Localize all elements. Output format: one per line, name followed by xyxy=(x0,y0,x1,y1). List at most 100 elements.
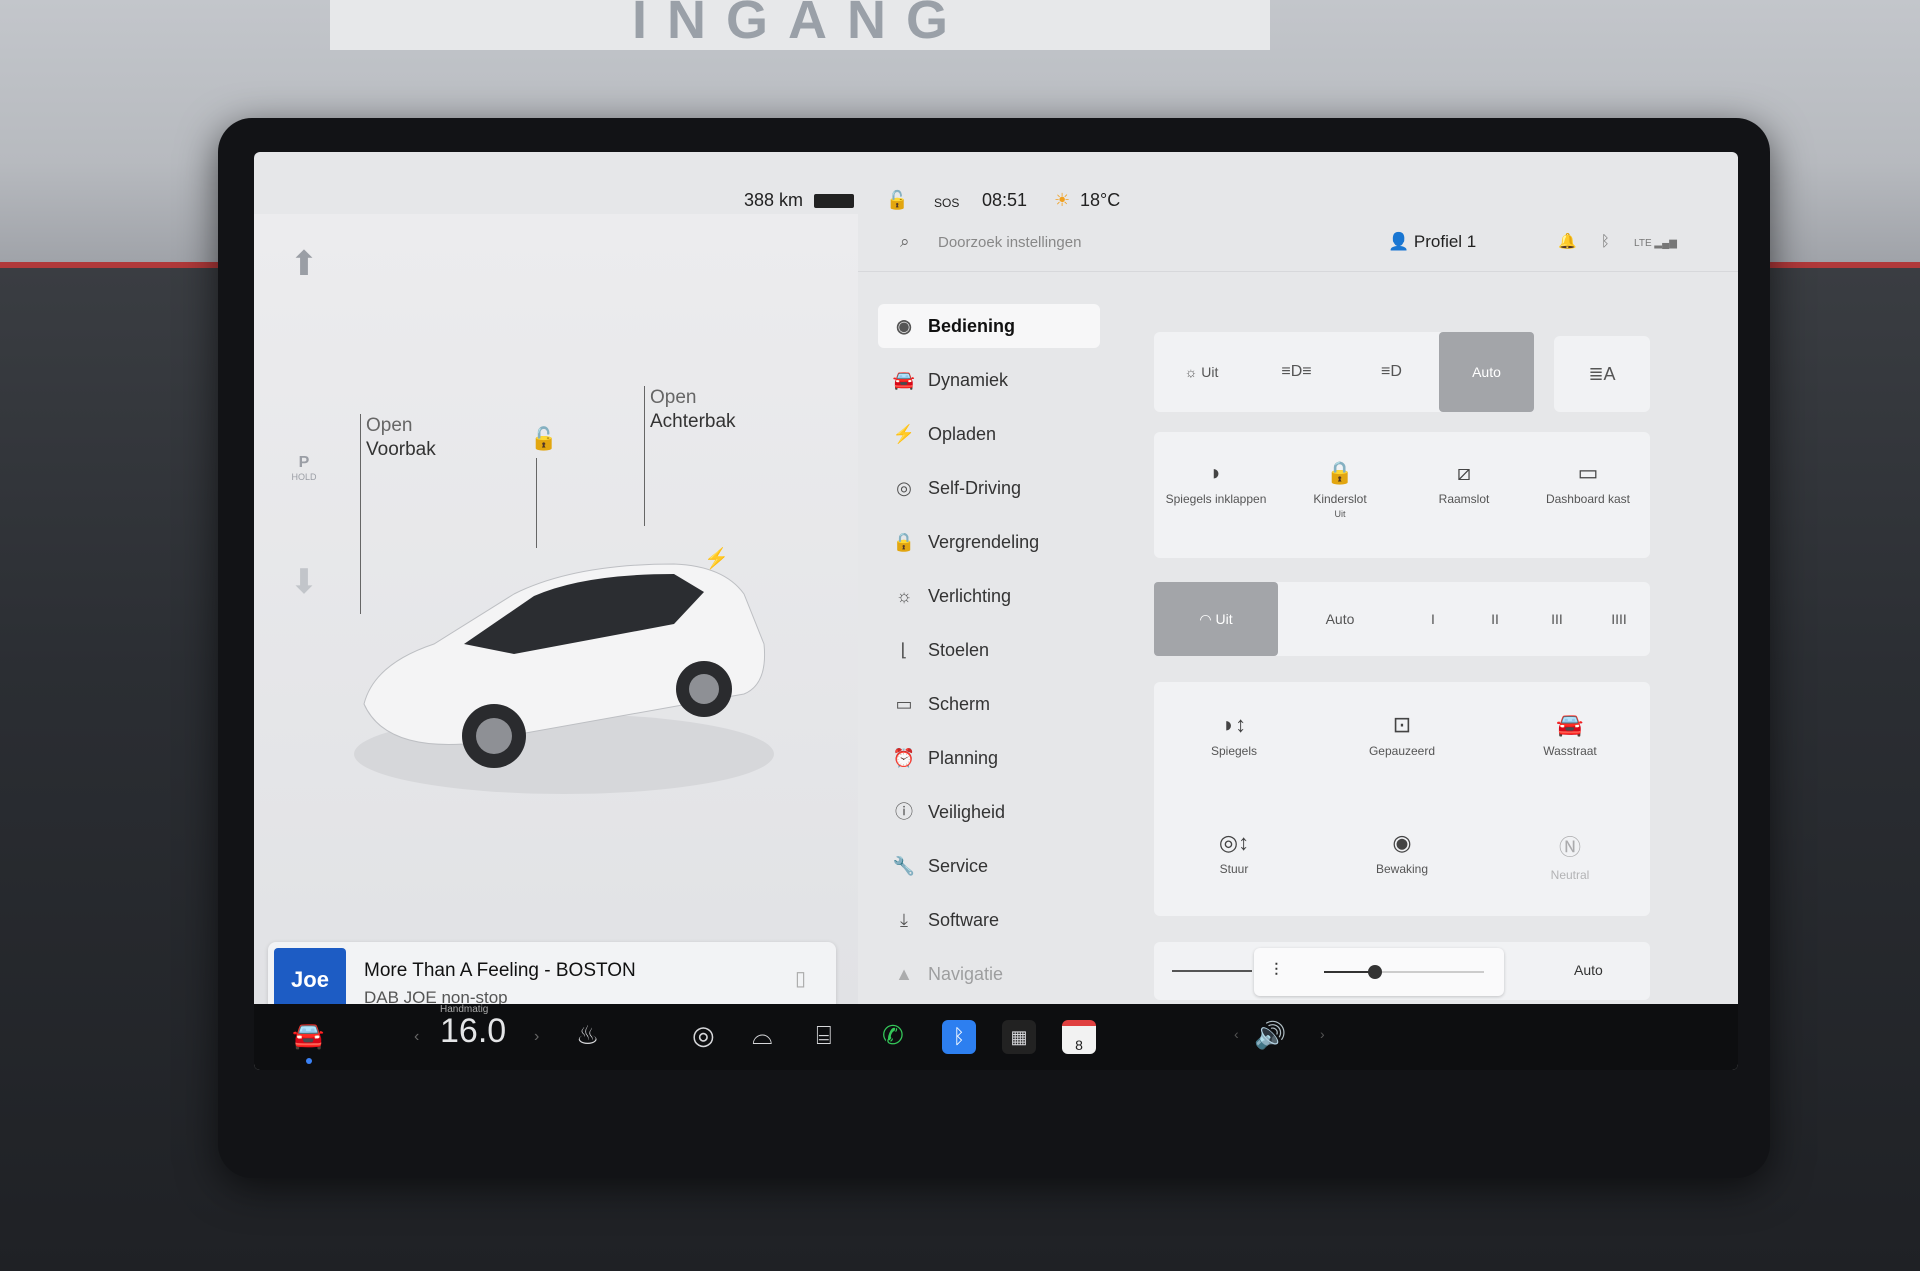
toggle-icon: ◉ xyxy=(896,316,912,336)
menu-item-software[interactable]: ⤓ Software xyxy=(878,898,1100,942)
wipers-off-button[interactable]: ◠ Uit xyxy=(1154,582,1278,656)
trunk-open-button[interactable]: Open Achterbak xyxy=(650,386,736,434)
download-icon: ⤓ xyxy=(900,910,908,930)
dashcam-status-label: Gepauzeerd xyxy=(1368,744,1436,758)
menu-label: Scherm xyxy=(928,694,991,714)
wiper-speed-2-button[interactable]: II xyxy=(1464,582,1526,656)
temp-up-chevron-icon[interactable]: › xyxy=(534,1028,539,1046)
headlight-controls: ☼ Uit ≡D≡ ≡D Auto xyxy=(1154,332,1534,412)
gear-down-arrow-icon[interactable]: ⬇ xyxy=(284,562,324,602)
fold-mirrors-button[interactable]: ◗ Spiegels inklappen xyxy=(1154,460,1278,506)
front-defrost-icon[interactable]: ⌓ xyxy=(752,1020,773,1052)
brightness-track-left xyxy=(1172,970,1252,972)
status-bar: 388 km 🔓 SOS 08:51 ☀ 18°C xyxy=(254,152,1738,214)
menu-item-scherm[interactable]: ▭ Scherm xyxy=(878,682,1100,726)
cabin-temperature[interactable]: 16.0 xyxy=(440,1012,506,1051)
car-unlock-icon[interactable]: 🔓 xyxy=(530,426,557,452)
low-beam-button[interactable]: ≡D xyxy=(1344,332,1439,412)
steering-heater-icon[interactable]: ◎ xyxy=(692,1020,715,1051)
bluetooth-app-icon[interactable]: ᛒ xyxy=(942,1020,976,1054)
wipers-off-label: Uit xyxy=(1215,611,1233,627)
wiper-controls: ◠ Uit Auto I II III IIII xyxy=(1154,582,1650,656)
frunk-open-button[interactable]: Open Voorbak xyxy=(366,414,436,462)
frunk-label-line1: Open xyxy=(366,415,413,436)
media-source-icon[interactable]: ▯ xyxy=(795,966,806,991)
child-lock-button[interactable]: 🔒 Kinderslot Uit xyxy=(1278,460,1402,520)
app-launcher-icon[interactable]: ▦ xyxy=(1002,1020,1036,1054)
wipers-auto-button[interactable]: Auto xyxy=(1278,582,1402,656)
gear-selector[interactable]: ⬆ P HOLD ⬇ xyxy=(284,244,324,604)
menu-item-vergrendeling[interactable]: 🔒 Vergrendeling xyxy=(878,520,1100,564)
volume-icon[interactable]: 🔊 xyxy=(1254,1020,1286,1051)
wiper-speed-3-button[interactable]: III xyxy=(1526,582,1588,656)
gear-up-arrow-icon[interactable]: ⬆ xyxy=(284,244,324,284)
glovebox-button[interactable]: ▭ Dashboard kast xyxy=(1526,460,1650,506)
lights-off-label: Uit xyxy=(1201,364,1219,380)
window-lock-label: Raamslot xyxy=(1438,492,1490,506)
calendar-app-icon[interactable]: 8 xyxy=(1062,1020,1096,1054)
menu-item-opladen[interactable]: ⚡ Opladen xyxy=(878,412,1100,456)
info-icon: ⓘ xyxy=(895,802,913,822)
menu-item-bediening[interactable]: ◉ Bediening xyxy=(878,304,1100,348)
quick-controls-row2: ◗↕ Spiegels ⊡ Gepauzeerd 🚘 Wasstraat ◎↕ Stuu… xyxy=(1154,682,1650,916)
menu-label: Veiligheid xyxy=(928,802,1006,822)
menu-label: Stoelen xyxy=(928,640,990,660)
window-lock-button[interactable]: ⧄ Raamslot xyxy=(1402,460,1526,506)
neutral-button[interactable]: Ⓝ Neutral xyxy=(1490,830,1650,882)
bell-icon[interactable]: 🔔 xyxy=(1558,233,1577,250)
lights-auto-button[interactable]: Auto xyxy=(1439,332,1534,412)
menu-label: Planning xyxy=(928,748,999,768)
volume-down-chevron-icon[interactable]: ‹ xyxy=(1234,1026,1239,1042)
steering-adjust-button[interactable]: ◎↕ Stuur xyxy=(1154,830,1314,876)
phone-icon[interactable]: ✆ xyxy=(882,1020,904,1051)
wiper-speed-1-button[interactable]: I xyxy=(1402,582,1464,656)
menu-item-veiligheid[interactable]: ⓘ Veiligheid xyxy=(878,790,1100,834)
child-lock-label: Kinderslot xyxy=(1313,492,1367,506)
menu-item-planning[interactable]: ⏰ Planning xyxy=(878,736,1100,780)
temp-down-chevron-icon[interactable]: ‹ xyxy=(414,1028,419,1046)
mirror-icon: ◗ xyxy=(1209,460,1223,485)
seat-heater-icon[interactable]: ♨ xyxy=(576,1020,599,1051)
menu-item-navigatie[interactable]: ▲ Navigatie xyxy=(878,952,1100,996)
auto-high-beam-button[interactable]: ≣A xyxy=(1554,336,1650,412)
bluetooth-icon[interactable]: ᛒ xyxy=(1601,233,1610,250)
rear-defrost-icon[interactable]: ⌸ xyxy=(816,1020,832,1052)
menu-item-stoelen[interactable]: ⌊ Stoelen xyxy=(878,628,1100,672)
mirrors-adjust-button[interactable]: ◗↕ Spiegels xyxy=(1154,712,1314,758)
brightness-adjust-icon: ⫶ xyxy=(1274,960,1279,980)
menu-label: Navigatie xyxy=(928,964,1004,984)
dashcam-button[interactable]: ⊡ Gepauzeerd xyxy=(1322,712,1482,758)
brightness-auto-button[interactable]: Auto xyxy=(1574,962,1603,978)
menu-item-service[interactable]: 🔧 Service xyxy=(878,844,1100,888)
steering-label: Stuur xyxy=(1219,862,1249,876)
clock-text: 08:51 xyxy=(982,190,1028,210)
sentry-icon: ◉ xyxy=(1392,830,1412,855)
brightness-slider-thumb[interactable] xyxy=(1368,965,1382,979)
person-icon: 👤 xyxy=(1388,232,1414,251)
menu-label: Verlichting xyxy=(928,586,1012,606)
unlock-icon[interactable]: 🔓 xyxy=(886,190,908,211)
volume-up-chevron-icon[interactable]: › xyxy=(1320,1026,1325,1042)
wiper-speed-4-button[interactable]: IIII xyxy=(1588,582,1650,656)
menu-label: Bediening xyxy=(928,316,1016,336)
car-wash-label: Wasstraat xyxy=(1543,744,1597,758)
car-icon[interactable]: 🚘 xyxy=(292,1020,324,1051)
brightness-control: ⫶ Auto xyxy=(1154,942,1650,1000)
menu-label: Self-Driving xyxy=(928,478,1022,498)
low-beam-icon: ≡D xyxy=(1381,363,1402,380)
car-wash-button[interactable]: 🚘 Wasstraat xyxy=(1490,712,1650,758)
parking-lights-button[interactable]: ≡D≡ xyxy=(1249,332,1344,412)
gear-hold: HOLD xyxy=(291,472,317,482)
lights-off-button[interactable]: ☼ Uit xyxy=(1154,332,1249,412)
sos-icon[interactable]: SOS xyxy=(934,196,959,210)
range-text: 388 km xyxy=(744,190,804,210)
sentry-mode-button[interactable]: ◉ Bewaking xyxy=(1322,830,1482,876)
lte-signal-icon: LTE ▂▄▆ xyxy=(1634,238,1677,249)
fold-mirrors-label: Spiegels inklappen xyxy=(1165,492,1267,506)
menu-item-dynamiek[interactable]: 🚘 Dynamiek xyxy=(878,358,1100,402)
profile-button[interactable]: 👤 Profiel 1 xyxy=(1388,232,1476,252)
car-wash-icon: 🚘 xyxy=(1556,712,1584,737)
brightness-slider-fill xyxy=(1324,971,1374,973)
menu-item-verlichting[interactable]: ☼ Verlichting xyxy=(878,574,1100,618)
menu-item-self-driving[interactable]: ◎ Self-Driving xyxy=(878,466,1100,510)
